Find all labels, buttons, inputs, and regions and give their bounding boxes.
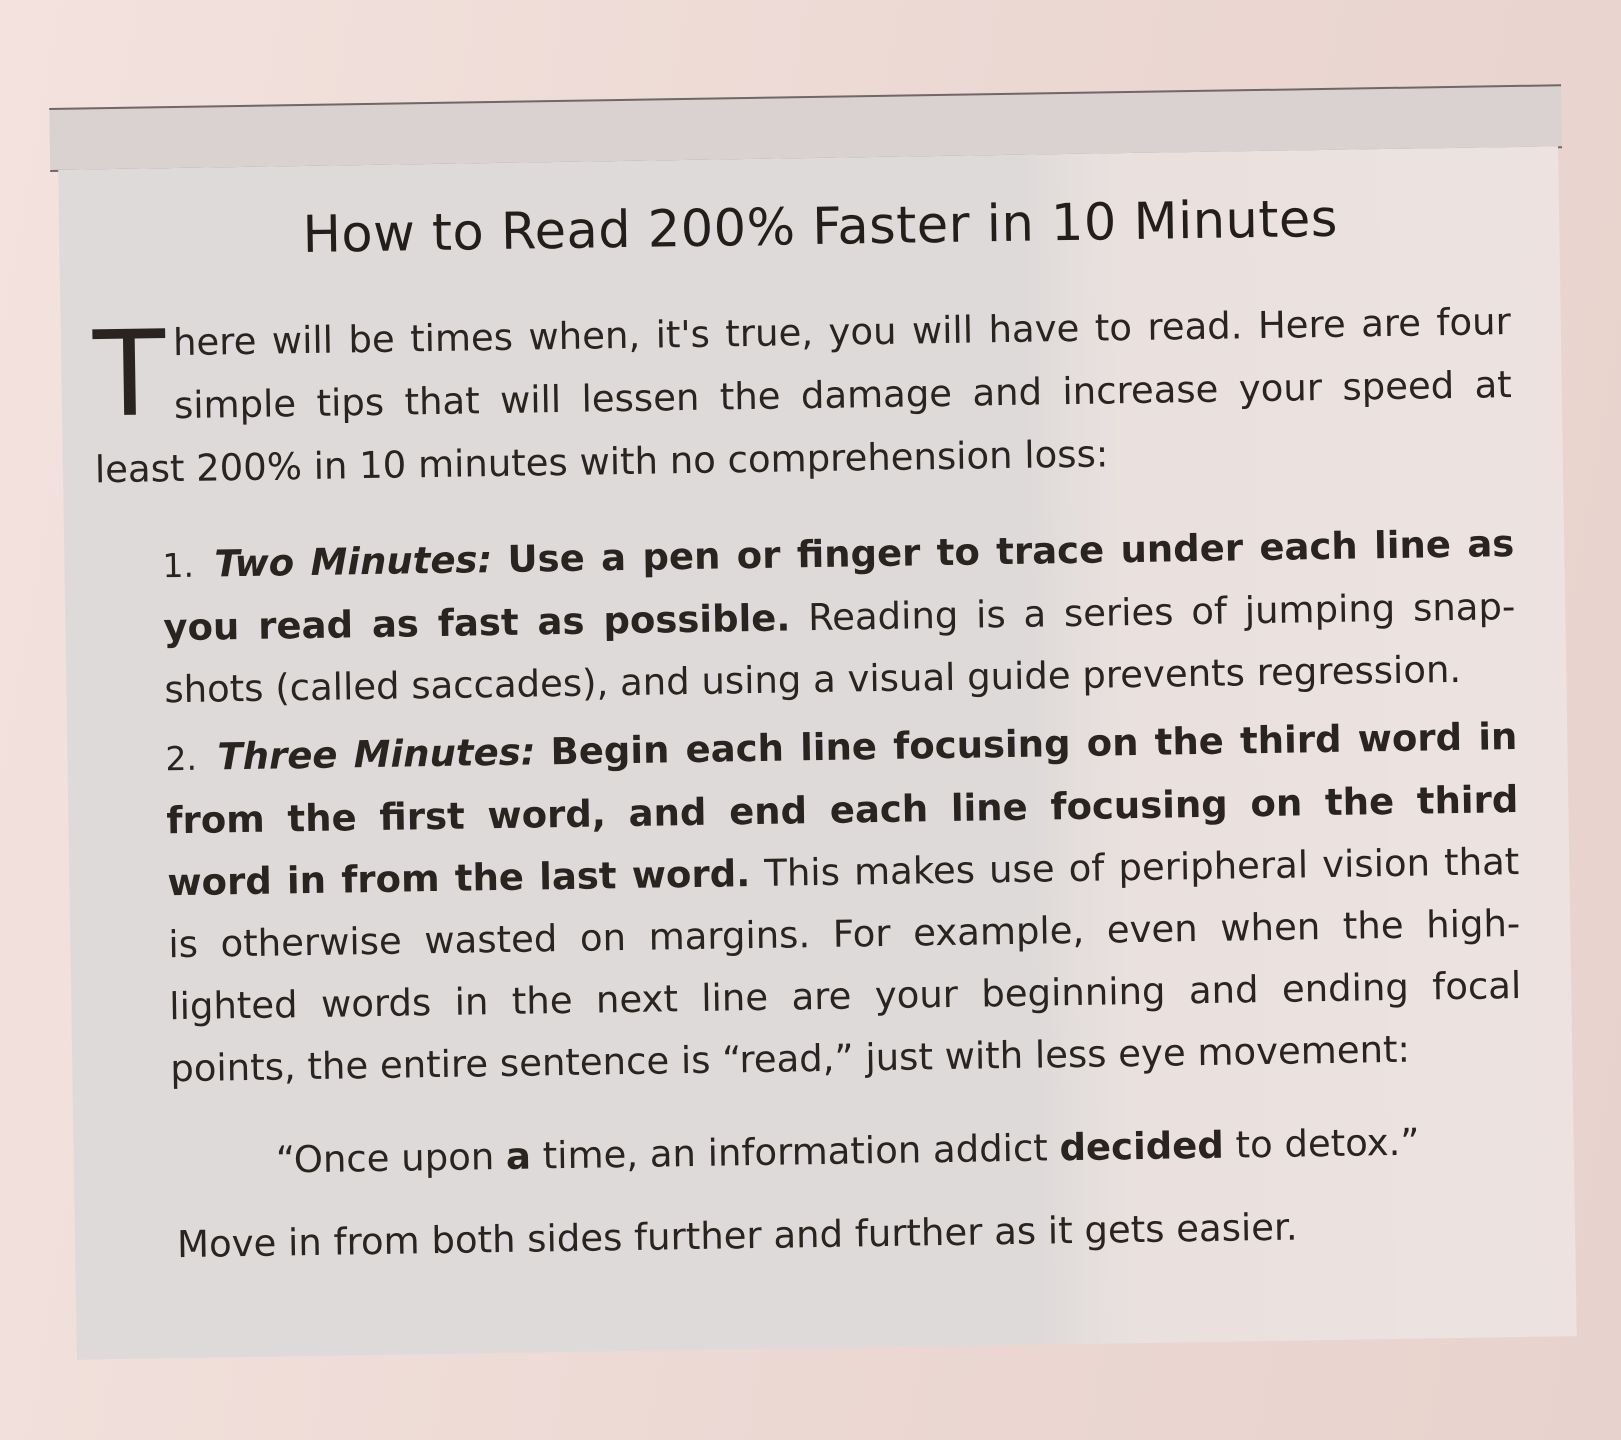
drop-cap: T bbox=[92, 304, 167, 444]
intro-text: here will be times when, it's true, you … bbox=[94, 300, 1513, 492]
tip-number: 1. bbox=[162, 545, 195, 586]
list-item: 1. Two Minutes: Use a pen or finger to tr… bbox=[162, 513, 1517, 721]
tip-number: 2. bbox=[165, 738, 198, 779]
list-item: 2. Three Minutes: Begin each line focusin… bbox=[165, 706, 1523, 1100]
tip-label: Two Minutes: bbox=[214, 538, 493, 586]
example-part: “Once upon bbox=[275, 1134, 507, 1182]
tips-list: 1. Two Minutes: Use a pen or finger to tr… bbox=[96, 513, 1523, 1101]
example-part: time, an information addict bbox=[530, 1126, 1060, 1178]
page-title: How to Read 200% Faster in 10 Minutes bbox=[302, 189, 1339, 266]
example-part: to detox.” bbox=[1223, 1120, 1420, 1167]
intro-paragraph: There will be times when, it's true, you… bbox=[92, 290, 1513, 501]
tip-label: Three Minutes: bbox=[217, 730, 536, 779]
example-focal-word: decided bbox=[1059, 1123, 1225, 1170]
example-sentence: “Once upon a time, an information addict… bbox=[171, 1119, 1524, 1183]
box-content: How to Read 200% Faster in 10 Minutes Th… bbox=[90, 157, 1525, 1267]
sidebar-box: How to Read 200% Faster in 10 Minutes Th… bbox=[48, 6, 1581, 1360]
example-focal-word: a bbox=[505, 1134, 532, 1178]
